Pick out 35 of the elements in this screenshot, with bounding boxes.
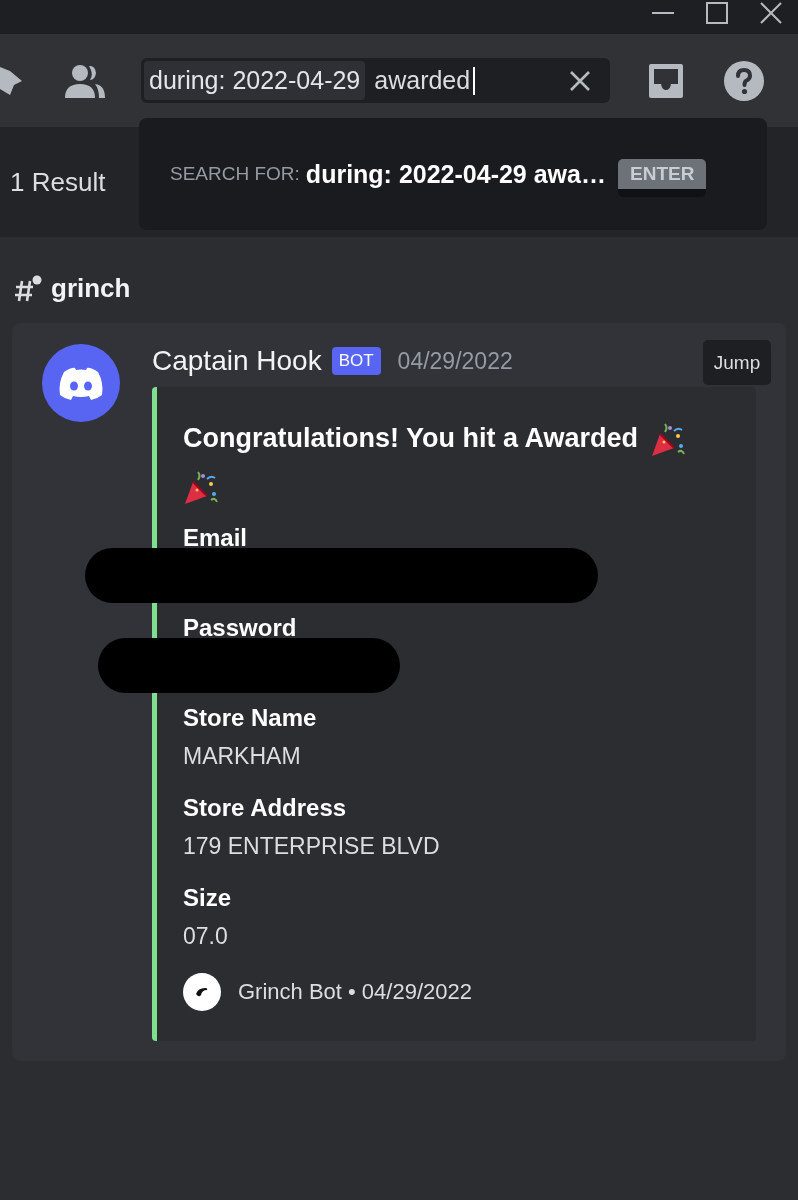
help-icon[interactable] [724, 60, 764, 101]
embed-footer: Grinch Bot • 04/29/2022 [238, 979, 472, 1005]
search-for-label: SEARCH FOR: [170, 163, 300, 185]
jump-button[interactable]: Jump [703, 340, 771, 385]
field-name: Size [183, 883, 233, 913]
party-popper-icon [183, 469, 219, 506]
bot-tag: BOT [331, 347, 381, 375]
field-value: 07.0 [183, 923, 228, 949]
field-value: MARKHAM [183, 743, 301, 769]
field-name: Store Name [183, 703, 318, 733]
message-timestamp: 04/29/2022 [397, 347, 513, 375]
search-text: awarded [374, 66, 471, 95]
avatar-icon [42, 344, 120, 422]
maximize-icon [706, 1, 728, 24]
result-count: 1 Result [10, 166, 106, 198]
field-name: Store Address [183, 793, 348, 823]
members-icon[interactable] [65, 63, 105, 98]
embed-title: Congratulations! You hit a Awarded [183, 423, 639, 453]
clear-icon[interactable] [569, 69, 591, 92]
enter-key-hint: ENTER [618, 159, 707, 197]
search-field[interactable]: during: 2022-04-29 awarded [141, 58, 610, 103]
field-value: 179 ENTERPRISE BLVD [183, 833, 440, 859]
channel-hash-icon [14, 274, 42, 302]
party-popper-icon [650, 421, 687, 458]
search-query[interactable]: during: 2022-04-29 awa… [305, 159, 606, 189]
close-icon [760, 1, 782, 24]
author-name: Captain Hook [152, 345, 322, 377]
inbox-icon[interactable] [648, 62, 684, 99]
text-cursor-icon [473, 66, 476, 95]
footer-avatar-icon [183, 973, 221, 1011]
channel-name: grinch [51, 272, 131, 304]
search-filter-chip[interactable]: during: 2022-04-29 [144, 61, 366, 100]
field-name: Email [183, 523, 249, 553]
minimize-icon [652, 11, 674, 14]
field-name: Password [183, 613, 298, 643]
